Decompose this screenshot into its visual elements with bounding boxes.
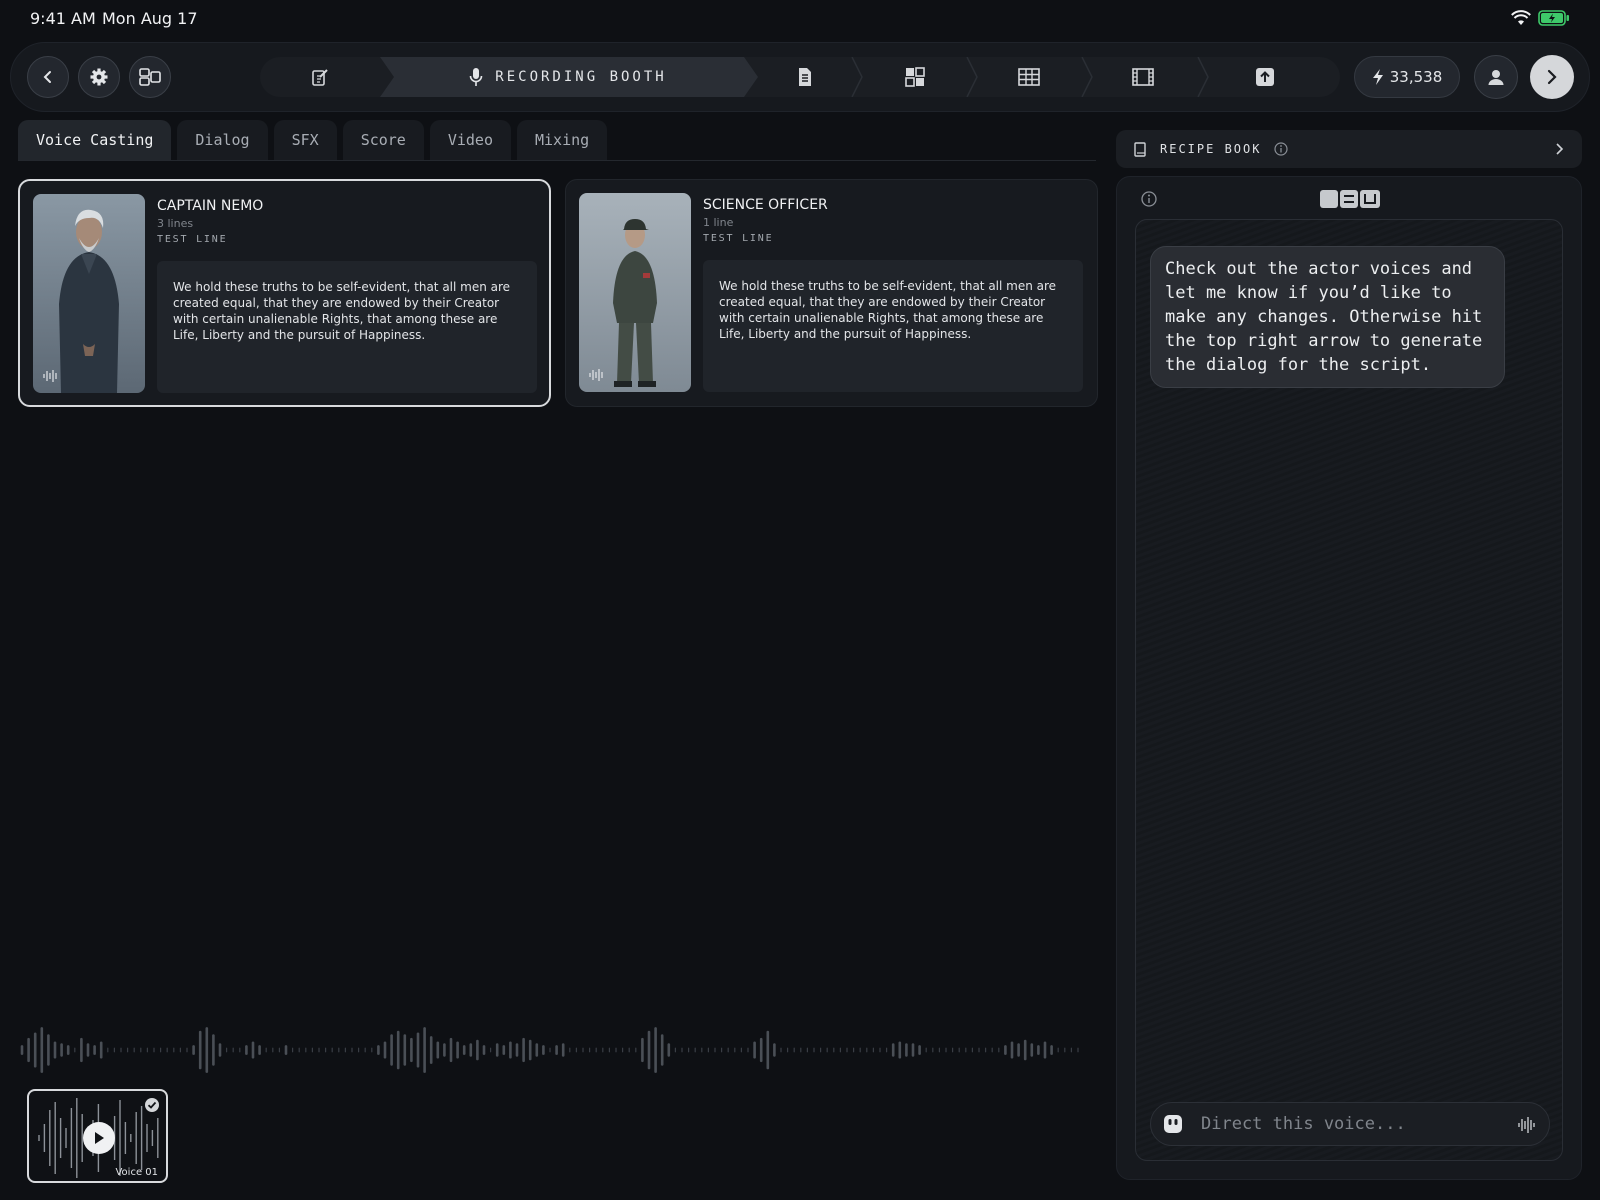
- assistant-avatar-icon: [1164, 1115, 1182, 1133]
- character-card-science-officer[interactable]: SCIENCE OFFICER 1 line TEST LINE We hold…: [565, 179, 1098, 407]
- step-document[interactable]: [760, 57, 850, 97]
- step-export[interactable]: [1220, 57, 1310, 97]
- chat-input-bar[interactable]: [1150, 1102, 1550, 1146]
- info-icon[interactable]: [1141, 191, 1157, 207]
- step-script[interactable]: [280, 57, 360, 97]
- tab-score[interactable]: Score: [342, 120, 424, 160]
- character-line-count: 1 line: [703, 216, 734, 229]
- assistant-logo-icon: [1320, 190, 1380, 208]
- chat-conversation: Check out the actor voices and let me kn…: [1135, 219, 1563, 1161]
- chevron-left-icon: [43, 71, 51, 83]
- gear-icon: [90, 68, 108, 86]
- settings-button[interactable]: [78, 56, 120, 98]
- assistant-message: Check out the actor voices and let me kn…: [1150, 246, 1505, 388]
- wifi-icon: [1511, 10, 1531, 25]
- audio-wave-icon: [43, 370, 57, 382]
- character-name: CAPTAIN NEMO: [157, 198, 264, 214]
- next-step-button[interactable]: [1530, 55, 1574, 99]
- test-line-label: TEST LINE: [157, 234, 228, 245]
- test-line-text: We hold these truths to be self-evident,…: [703, 260, 1083, 392]
- character-line-count: 3 lines: [157, 217, 194, 230]
- table-icon: [1018, 68, 1040, 86]
- test-line-label: TEST LINE: [703, 233, 774, 244]
- character-portrait: [579, 193, 691, 392]
- status-date: Mon Aug 17: [102, 9, 198, 28]
- lightning-icon: [1372, 69, 1383, 85]
- step-table[interactable]: [984, 57, 1074, 97]
- credits-value: 33,538: [1389, 68, 1443, 86]
- export-icon: [1256, 68, 1274, 86]
- pipeline-separator: [1081, 57, 1093, 97]
- info-icon[interactable]: [1274, 142, 1288, 156]
- status-time: 9:41 AM: [30, 9, 96, 28]
- play-icon: [95, 1132, 104, 1144]
- voice-input-icon[interactable]: [1517, 1115, 1537, 1135]
- microphone-icon: [469, 68, 483, 86]
- chevron-right-icon: [1556, 143, 1564, 155]
- tab-mixing[interactable]: Mixing: [517, 120, 608, 160]
- pipeline-separator: [966, 57, 978, 97]
- recipe-book-bar[interactable]: RECIPE BOOK: [1116, 130, 1582, 168]
- play-button[interactable]: [83, 1122, 115, 1154]
- status-bar: 9:41 AM Mon Aug 17: [0, 0, 1600, 38]
- layout-icon: [139, 68, 161, 86]
- tab-dialog[interactable]: Dialog: [177, 120, 268, 160]
- recording-booth-label-wrap: RECORDING BOOTH: [378, 57, 758, 97]
- voice-clip-thumbnail[interactable]: Voice 01: [27, 1089, 168, 1183]
- tab-voice-casting[interactable]: Voice Casting: [18, 120, 172, 160]
- user-icon: [1488, 70, 1504, 85]
- assistant-chat-panel: Check out the actor voices and let me kn…: [1116, 176, 1582, 1180]
- step-film[interactable]: [1098, 57, 1188, 97]
- profile-button[interactable]: [1474, 55, 1518, 99]
- script-edit-icon: [312, 69, 328, 86]
- credits-badge[interactable]: 33,538: [1354, 56, 1460, 98]
- recipe-book-label: RECIPE BOOK: [1160, 142, 1262, 156]
- pipeline-separator: [851, 57, 863, 97]
- tab-bar: Voice Casting Dialog SFX Score Video Mix…: [18, 120, 608, 160]
- film-icon: [1132, 68, 1154, 86]
- back-button[interactable]: [27, 56, 69, 98]
- audio-waveform[interactable]: [18, 1022, 1098, 1078]
- tab-sfx[interactable]: SFX: [273, 120, 337, 160]
- voice-clip-label: Voice 01: [115, 1167, 158, 1178]
- step-storyboard[interactable]: [870, 57, 960, 97]
- test-line-text: We hold these truths to be self-evident,…: [157, 261, 537, 393]
- character-portrait: [33, 194, 145, 393]
- character-name: SCIENCE OFFICER: [703, 197, 828, 213]
- character-card-captain-nemo[interactable]: CAPTAIN NEMO 3 lines TEST LINE We hold t…: [18, 179, 551, 407]
- direct-voice-input[interactable]: [1201, 1103, 1501, 1145]
- storyboard-icon: [905, 67, 925, 87]
- pipeline-separator: [1197, 57, 1209, 97]
- tab-video[interactable]: Video: [429, 120, 511, 160]
- battery-icon: [1538, 10, 1569, 26]
- pipeline-steps: RECORDING BOOTH: [260, 57, 1340, 97]
- audio-wave-icon: [589, 369, 603, 381]
- chevron-right-icon: [1547, 69, 1557, 85]
- document-icon: [799, 68, 811, 86]
- check-badge-icon: [145, 1098, 159, 1112]
- layout-button[interactable]: [129, 56, 171, 98]
- active-step-label: RECORDING BOOTH: [495, 69, 667, 85]
- book-icon: [1134, 142, 1146, 157]
